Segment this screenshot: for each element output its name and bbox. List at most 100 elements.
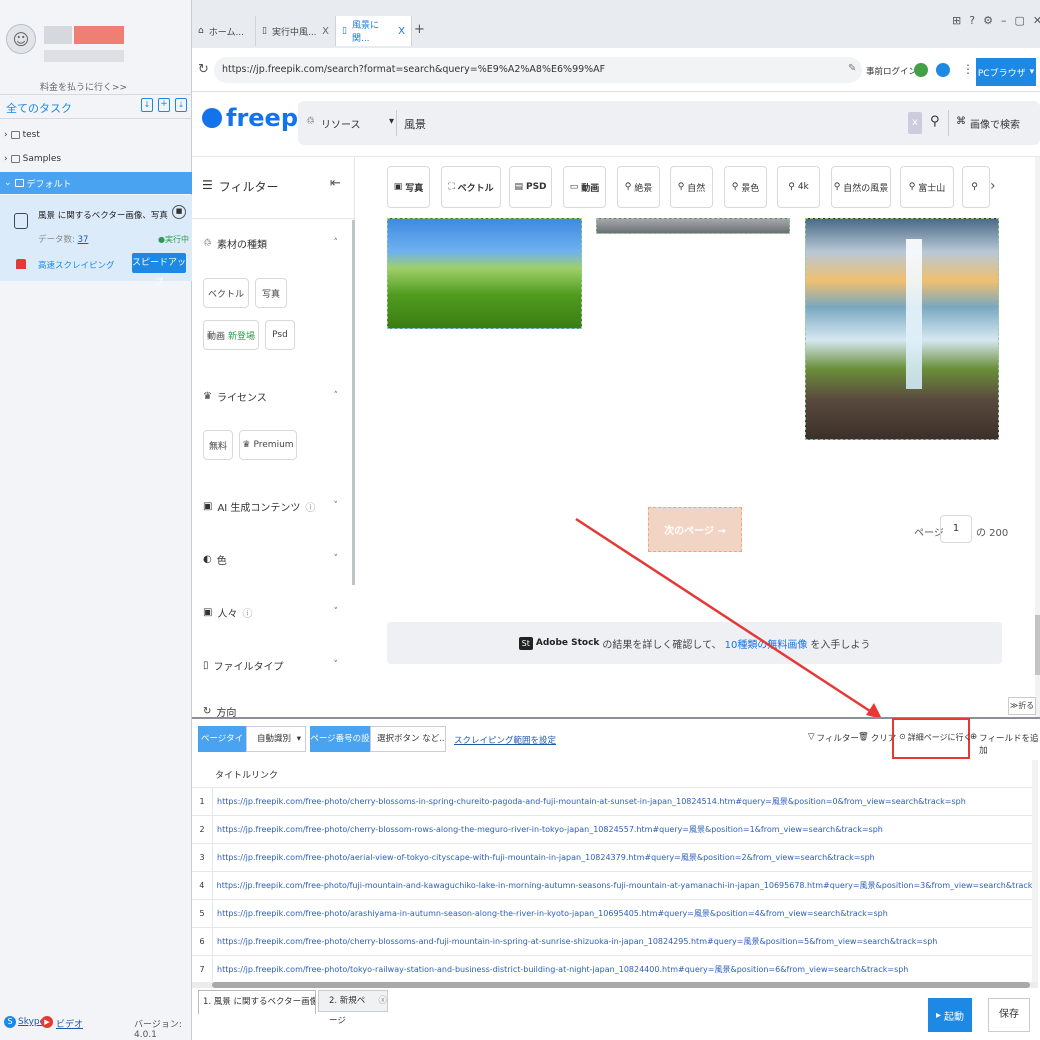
chip-5[interactable]: ⚲ 絶景 <box>617 166 660 208</box>
landscape-image-stone[interactable] <box>596 218 790 234</box>
close-icon[interactable]: X <box>398 26 405 37</box>
filter-button[interactable]: ▽ フィルター <box>808 732 859 744</box>
skype-icon[interactable]: S <box>4 1016 16 1028</box>
avatar[interactable]: ☺ <box>6 24 36 54</box>
page-number-select[interactable]: 選択ボタン など...▾ <box>370 726 446 752</box>
chip-6[interactable]: ⚲ 自然 <box>670 166 713 208</box>
filter-premium[interactable]: ♛ Premium <box>239 430 297 460</box>
video-link[interactable]: ビデオ <box>56 1017 83 1030</box>
chip-9[interactable]: ⚲ 自然の風景 <box>831 166 891 208</box>
material-type-section[interactable]: ♲ 素材の種類 ˄ <box>192 232 354 254</box>
search-icon[interactable]: ⚲ <box>930 114 940 129</box>
goto-detail-button[interactable]: ⊙ 詳細ページに行く <box>899 732 972 743</box>
data-count[interactable]: 37 <box>78 235 89 245</box>
stop-icon[interactable]: ■ <box>172 205 186 219</box>
tab-running[interactable]: ▯ 実行中風... X <box>256 16 336 46</box>
chip-4[interactable]: ▭ 動画 <box>563 166 606 208</box>
landscape-image-meadow[interactable] <box>387 218 582 329</box>
page-scrollbar[interactable] <box>1035 157 1040 717</box>
tab-landscape[interactable]: ▯ 風景に関... X <box>336 16 412 46</box>
table-row[interactable]: 4 https://jp.freepik.com/free-photo/fuji-… <box>192 871 1038 900</box>
table-row[interactable]: 2 https://jp.freepik.com/free-photo/cherr… <box>192 815 1038 844</box>
help-icon[interactable]: ? <box>969 14 975 27</box>
collapse-filter-icon[interactable]: ⇤ <box>330 176 341 191</box>
filter-psd[interactable]: Psd <box>265 320 295 350</box>
maximize-icon[interactable]: ▢ <box>1014 14 1024 27</box>
search-input[interactable]: 風景 <box>404 116 426 132</box>
chip-2[interactable]: ⛶ ベクトル <box>441 166 501 208</box>
image-search-button[interactable]: ⌘ 画像で検索 <box>956 116 1020 131</box>
tab-home[interactable]: ⌂ ホーム... <box>192 16 256 46</box>
edit-icon[interactable]: ✎ <box>848 63 856 74</box>
resource-select[interactable]: ♲ リソース ▾ <box>306 116 394 131</box>
close-icon[interactable]: ⓧ <box>378 991 387 1011</box>
info-icon[interactable]: ⓘ <box>305 499 315 514</box>
row-url[interactable]: https://jp.freepik.com/free-photo/arashi… <box>212 899 888 928</box>
video-icon[interactable]: ▶ <box>41 1016 53 1028</box>
folder-default[interactable]: ⌄ デフォルト <box>0 172 192 194</box>
table-row[interactable]: 7 https://jp.freepik.com/free-photo/tokyo… <box>192 955 1038 984</box>
info-icon[interactable]: ⓘ <box>242 605 252 620</box>
fold-button[interactable]: ≫折る <box>1008 697 1036 715</box>
add-field-button[interactable]: ⊕ フィールドを追加 <box>970 732 1040 756</box>
close-window-icon[interactable]: ✕ <box>1033 14 1040 27</box>
account-link[interactable]: 料金を払うに行く>> <box>40 80 127 93</box>
clear-button[interactable]: 🗑 クリア <box>858 732 896 744</box>
new-task-icon[interactable]: ↓ <box>141 98 153 112</box>
table-hscrollbar[interactable] <box>192 982 1038 988</box>
chip-8[interactable]: ⚲ 4k <box>777 166 820 208</box>
chip-11[interactable]: ⚲ <box>962 166 990 208</box>
row-url[interactable]: https://jp.freepik.com/free-photo/cherry… <box>212 787 966 816</box>
landscape-image-waterfall[interactable] <box>805 218 999 440</box>
extension-green-icon[interactable] <box>914 63 928 77</box>
filter-vector[interactable]: ベクトル <box>203 278 249 308</box>
row-url[interactable]: https://jp.freepik.com/free-photo/fuji-m… <box>211 871 1038 900</box>
add-folder-icon[interactable]: + <box>158 98 170 112</box>
folder-samples[interactable]: › Samples <box>0 148 192 170</box>
page-tab-2[interactable]: 2. 新規ページ ⓧ <box>318 990 388 1026</box>
table-row[interactable]: 1 https://jp.freepik.com/free-photo/cherr… <box>192 787 1038 816</box>
row-url[interactable]: https://jp.freepik.com/free-photo/aerial… <box>212 843 875 872</box>
chip-1[interactable]: ▣ 写真 <box>387 166 430 208</box>
task-card[interactable]: 風景 に関するベクター画像、写真素材、P... ■ データ数: 37 ●実行中 … <box>0 195 192 288</box>
row-url[interactable]: https://jp.freepik.com/free-photo/tokyo-… <box>212 955 908 984</box>
direction-section[interactable]: ↻ 方向 <box>192 704 354 719</box>
filter-photo[interactable]: 写真 <box>255 278 287 308</box>
extension-blue-icon[interactable] <box>936 63 950 77</box>
more-icon[interactable]: ⋮ <box>962 62 974 76</box>
color-section[interactable]: ◐ 色 ˅ <box>192 548 354 570</box>
start-button[interactable]: ▸ 起動 <box>928 998 972 1032</box>
table-row[interactable]: 3 https://jp.freepik.com/free-photo/aeria… <box>192 843 1038 872</box>
table-row[interactable]: 5 https://jp.freepik.com/free-photo/arash… <box>192 899 1038 928</box>
filter-video[interactable]: 動画 新登場 <box>203 320 259 350</box>
table-row[interactable]: 6 https://jp.freepik.com/free-photo/cherr… <box>192 927 1038 956</box>
scrape-range-link[interactable]: スクレイピング範囲を設定 <box>454 734 556 746</box>
chevron-right-icon[interactable]: › <box>990 178 996 194</box>
chip-7[interactable]: ⚲ 景色 <box>724 166 767 208</box>
table-vscrollbar[interactable] <box>1032 760 1038 982</box>
page-tab-1[interactable]: 1. 風景 に関するベクター画像、写... <box>198 990 316 1014</box>
page-type-select[interactable]: 自動識別 ▾ <box>246 726 306 752</box>
people-section[interactable]: ▣ 人々 ⓘ ˅ <box>192 601 354 623</box>
ai-section[interactable]: ▣ AI 生成コンテンツ ⓘ ˅ <box>192 495 354 517</box>
url-bar[interactable]: https://jp.freepik.com/search?format=sea… <box>214 57 862 83</box>
close-icon[interactable]: X <box>322 26 329 37</box>
gear-icon[interactable]: ⚙ <box>983 14 993 27</box>
pre-login-button[interactable]: 事前ログイン <box>866 65 917 77</box>
license-section[interactable]: ♛ ライセンス ˄ <box>192 385 354 407</box>
minimize-icon[interactable]: – <box>1001 14 1007 27</box>
import-icon[interactable]: ⤓ <box>175 98 187 112</box>
chip-10[interactable]: ⚲ 富士山 <box>900 166 954 208</box>
file-type-section[interactable]: ▯ ファイルタイプ ˅ <box>192 654 354 676</box>
reload-icon[interactable]: ↻ <box>198 62 209 77</box>
folder-test[interactable]: › test <box>0 124 192 146</box>
clear-search-button[interactable]: x <box>908 112 922 134</box>
gift-icon[interactable]: ⊞ <box>952 14 961 27</box>
row-url[interactable]: https://jp.freepik.com/free-photo/cherry… <box>212 927 937 956</box>
save-button[interactable]: 保存 <box>988 998 1030 1032</box>
filter-free[interactable]: 無料 <box>203 430 233 460</box>
column-header-title-link[interactable]: タイトルリンク <box>215 768 278 781</box>
new-tab-button[interactable]: + <box>414 22 425 37</box>
pc-browser-button[interactable]: PCブラウザ ▾ <box>976 58 1036 86</box>
all-tasks-label[interactable]: 全てのタスク <box>6 100 72 116</box>
